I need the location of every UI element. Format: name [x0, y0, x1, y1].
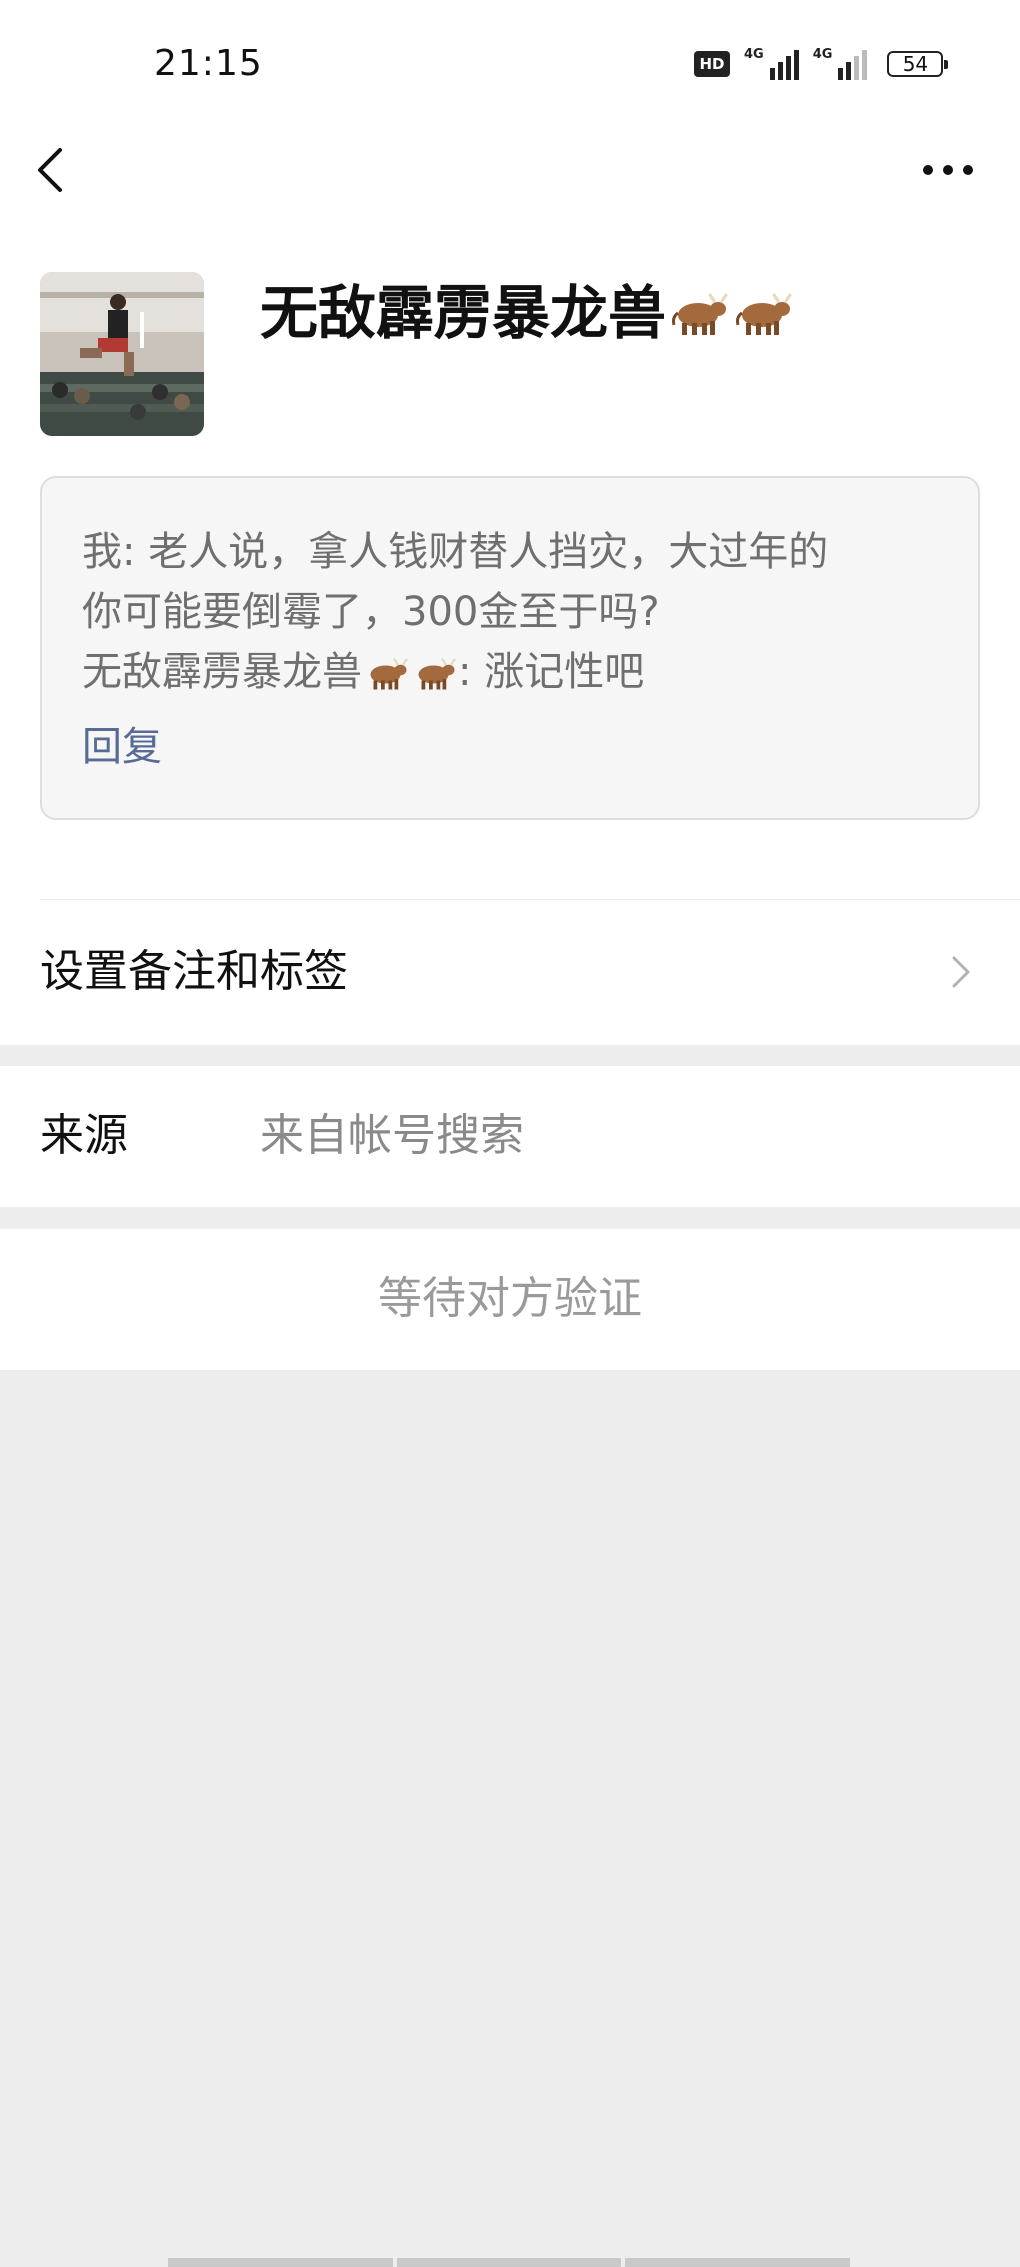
reply-link[interactable]: 回复	[82, 721, 162, 773]
more-dots-icon	[923, 165, 973, 175]
profile-name: 无敌霹雳暴龙兽	[260, 279, 667, 347]
status-icons: HD 4G 4G 54	[694, 46, 949, 82]
message-line: 你可能要倒霉了，300金至于吗?	[82, 589, 660, 635]
profile-name-row: 无敌霹雳暴龙兽	[260, 278, 794, 348]
verification-status-row: 等待对方验证	[0, 1229, 1020, 1370]
signal-icon-2: 4G	[813, 48, 868, 80]
message-line: 无敌霹雳暴龙兽 : 涨记性吧	[82, 642, 942, 702]
source-row: 来源 来自帐号搜索	[0, 1066, 1020, 1207]
source-value: 来自帐号搜索	[260, 1110, 524, 1161]
status-time: 21:15	[154, 43, 263, 84]
signal-icon: 4G	[744, 48, 799, 80]
network-type-2: 4G	[812, 47, 833, 62]
ox-emoji-icon	[370, 658, 408, 690]
ox-emoji-icon	[672, 293, 728, 335]
awaiting-verification-text: 等待对方验证	[378, 1273, 642, 1324]
chevron-right-icon	[952, 956, 970, 988]
avatar[interactable]	[40, 272, 204, 436]
back-button[interactable]	[30, 140, 74, 200]
message-sender-name: 无敌霹雳暴龙兽	[82, 649, 362, 695]
more-button[interactable]	[918, 150, 978, 190]
chevron-left-icon	[38, 148, 62, 192]
ox-emoji-icon	[418, 658, 456, 690]
gesture-bar[interactable]	[168, 2258, 851, 2267]
network-type: 4G	[744, 47, 764, 62]
set-remark-label: 设置备注和标签	[40, 946, 348, 997]
ox-emoji-icon	[736, 293, 792, 335]
battery-icon: 54	[887, 51, 949, 77]
request-message-card: 我: 老人说，拿人钱财替人挡灾，大过年的 你可能要倒霉了，300金至于吗? 无敌…	[40, 476, 980, 820]
set-remark-and-tags-row[interactable]: 设置备注和标签	[0, 900, 1020, 1044]
source-label: 来源	[40, 1110, 128, 1161]
avatar-photo	[40, 272, 204, 436]
message-reply-text: : 涨记性吧	[458, 649, 645, 695]
hd-icon: HD	[694, 51, 730, 77]
request-message-text: 我: 老人说，拿人钱财替人挡灾，大过年的 你可能要倒霉了，300金至于吗? 无敌…	[82, 522, 942, 702]
message-line: 我: 老人说，拿人钱财替人挡灾，大过年的	[82, 529, 829, 575]
